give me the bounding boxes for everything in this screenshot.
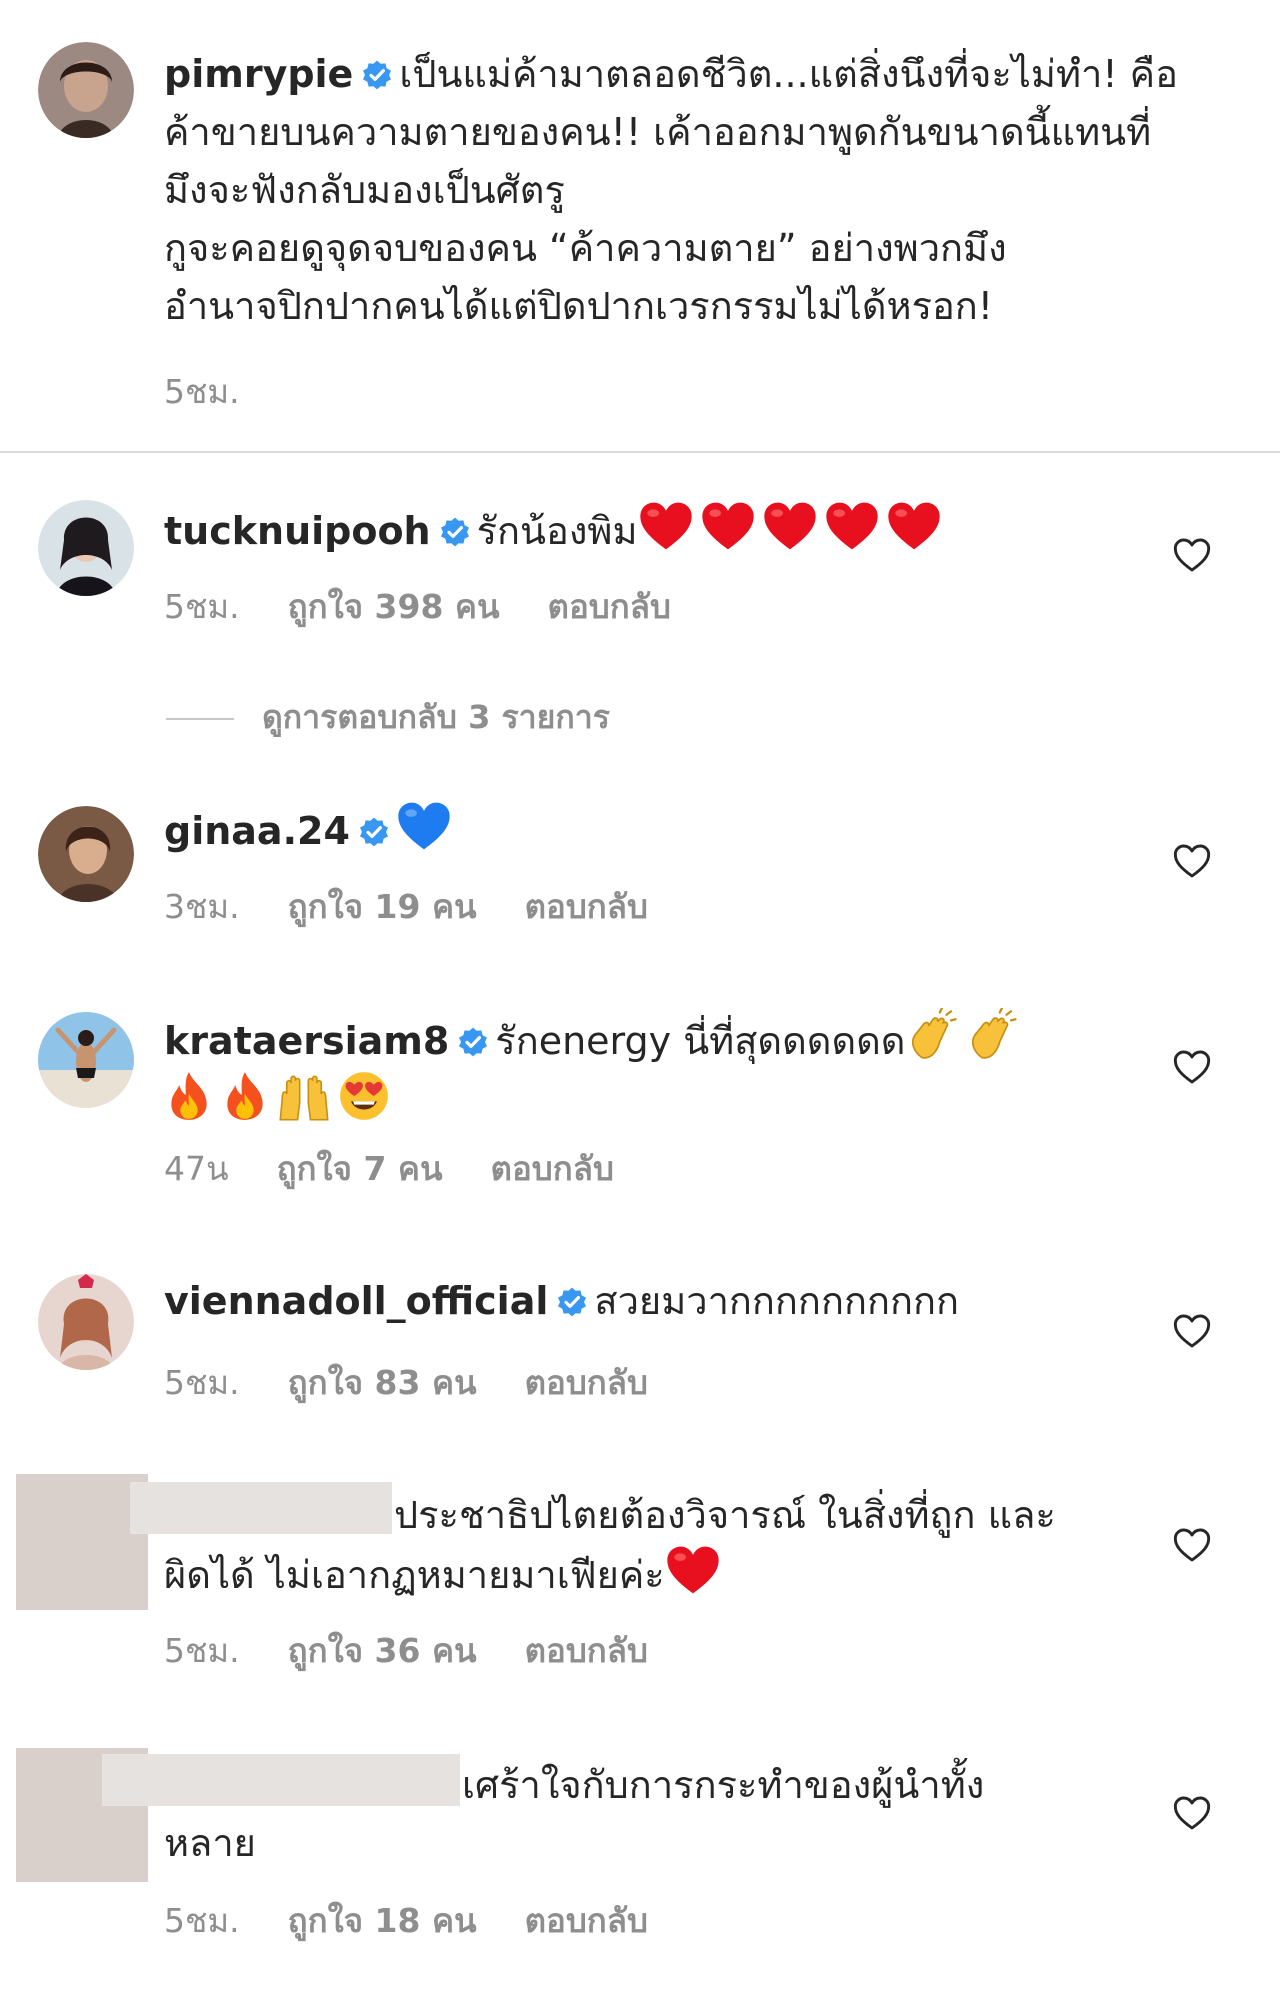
timestamp: 5ชม. [164, 1631, 240, 1670]
comment-username[interactable]: tucknuipooh [164, 509, 431, 553]
caption-line: มึงจะฟังกลับมองเป็นศัตรู [164, 168, 565, 212]
timestamp: 47น [164, 1149, 229, 1188]
red-heart-emoji [762, 500, 818, 552]
caption-line: ค้าขายบนความตายของคน!! เค้าออกมาพูดกันขน… [164, 110, 1152, 154]
reply-button[interactable]: ตอบกลับ [491, 1142, 614, 1195]
fire-emoji [220, 1070, 270, 1122]
heart-eyes-emoji [338, 1070, 390, 1122]
like-heart-icon[interactable] [1172, 1526, 1212, 1564]
like-count[interactable]: ถูกใจ 7 คน [277, 1142, 443, 1195]
post-caption: pimrypie เป็นแม่ค้ามาตลอดชีวิต...แต่สิ่งน… [0, 0, 1280, 452]
timestamp: 5ชม. [164, 372, 240, 411]
caption-line: กูจะคอยดูจุดจบของคน “ค้าความตาย” อย่างพว… [164, 226, 1007, 270]
comment-username[interactable]: viennadoll_official [164, 1279, 548, 1323]
view-replies-label: ดูการตอบกลับ 3 รายการ [262, 698, 610, 736]
like-count[interactable]: ถูกใจ 36 คน [288, 1624, 477, 1677]
comment-meta: 3ชม. ถูกใจ 19 คน ตอบกลับ [164, 880, 696, 933]
avatar[interactable] [38, 1012, 134, 1108]
red-heart-emoji [886, 500, 942, 552]
like-count[interactable]: ถูกใจ 19 คน [288, 880, 477, 933]
verified-badge-icon [358, 816, 390, 848]
like-heart-icon[interactable] [1172, 536, 1212, 574]
caption-line: อำนาจปิกปากคนได้แต่ปิดปากเวรกรรมไม่ได้หร… [164, 284, 994, 328]
comment-meta: 5ชม. ถูกใจ 18 คน ตอบกลับ [164, 1894, 696, 1947]
caption-username[interactable]: pimrypie [164, 52, 353, 96]
reply-button[interactable]: ตอบกลับ [525, 1624, 648, 1677]
redacted-avatar [16, 1474, 148, 1610]
caption-line: เป็นแม่ค้ามาตลอดชีวิต...แต่สิ่งนึงที่จะไ… [399, 52, 1178, 96]
verified-badge-icon [457, 1026, 489, 1058]
comment-meta: 5ชม. ถูกใจ 83 คน ตอบกลับ [164, 1356, 696, 1409]
clapping-hands-emoji [966, 1008, 1020, 1062]
comment-meta: 5ชม. ถูกใจ 398 คน ตอบกลับ [164, 580, 719, 633]
caption-text: pimrypie เป็นแม่ค้ามาตลอดชีวิต...แต่สิ่งน… [164, 45, 1244, 335]
avatar[interactable] [38, 42, 134, 138]
avatar[interactable] [38, 1274, 134, 1370]
timestamp: 5ชม. [164, 1901, 240, 1940]
red-heart-emoji [665, 1544, 721, 1596]
comment: เศร้าใจกับการกระทำของผู้นำทั้ง หลาย [164, 1756, 1244, 1872]
comment-meta: 47น ถูกใจ 7 คน ตอบกลับ [164, 1142, 662, 1195]
avatar[interactable] [38, 806, 134, 902]
clapping-hands-emoji [906, 1008, 960, 1062]
comment-text: รักenergy นี่ที่สุดดดดดด [495, 1019, 906, 1063]
comment-text: เศร้าใจกับการกระทำของผู้นำทั้ง [462, 1763, 985, 1807]
like-count[interactable]: ถูกใจ 18 คน [288, 1894, 477, 1947]
verified-badge-icon [556, 1286, 588, 1318]
like-heart-icon[interactable] [1172, 1312, 1212, 1350]
comment-meta: 5ชม. ถูกใจ 36 คน ตอบกลับ [164, 1624, 696, 1677]
timestamp: 3ชม. [164, 887, 240, 926]
blue-heart-emoji [396, 800, 452, 852]
verified-badge-icon [361, 59, 393, 91]
comment-text: ประชาธิปไตยต้องวิจารณ์ ในสิ่งที่ถูก และ [394, 1493, 1056, 1537]
reply-button[interactable]: ตอบกลับ [525, 1894, 648, 1947]
view-replies-button[interactable]: ดูการตอบกลับ 3 รายการ [166, 692, 610, 743]
comment-text: สวยมวากกกกกกกกกก [594, 1279, 959, 1323]
comment-username[interactable]: krataersiam8 [164, 1019, 449, 1063]
timestamp: 5ชม. [164, 587, 240, 626]
verified-badge-icon [439, 516, 471, 548]
comment: viennadoll_official สวยมวากกกกกกกกกก [164, 1272, 1244, 1330]
raising-hands-emoji [276, 1070, 332, 1122]
red-heart-emoji [700, 500, 756, 552]
like-heart-icon[interactable] [1172, 1048, 1212, 1086]
reply-button[interactable]: ตอบกลับ [548, 580, 671, 633]
reply-button[interactable]: ตอบกลับ [525, 1356, 648, 1409]
comment-text: หลาย [164, 1821, 256, 1865]
comment-text: รักน้องพิม [476, 509, 638, 553]
red-heart-emoji [824, 500, 880, 552]
timestamp: 5ชม. [164, 1363, 240, 1402]
comment-text: ผิดได้ ไม่เอากฏหมายมาเฟียค่ะ [164, 1553, 665, 1597]
divider [0, 451, 1280, 453]
like-heart-icon[interactable] [1172, 1794, 1212, 1832]
like-heart-icon[interactable] [1172, 842, 1212, 880]
reply-button[interactable]: ตอบกลับ [525, 880, 648, 933]
comment: ประชาธิปไตยต้องวิจารณ์ ในสิ่งที่ถูก และ … [164, 1486, 1244, 1604]
comment-username[interactable]: ginaa.24 [164, 809, 350, 853]
like-count[interactable]: ถูกใจ 83 คน [288, 1356, 477, 1409]
comment: tucknuipooh รักน้องพิม [164, 500, 1244, 560]
avatar[interactable] [38, 500, 134, 596]
comment: ginaa.24 [164, 800, 1244, 860]
like-count[interactable]: ถูกใจ 398 คน [288, 580, 500, 633]
fire-emoji [164, 1070, 214, 1122]
replies-line [166, 718, 234, 720]
caption-meta: 5ชม. [164, 365, 288, 418]
comment: krataersiam8 รักenergy นี่ที่สุดดดดดด [164, 1008, 1244, 1130]
red-heart-emoji [638, 500, 694, 552]
